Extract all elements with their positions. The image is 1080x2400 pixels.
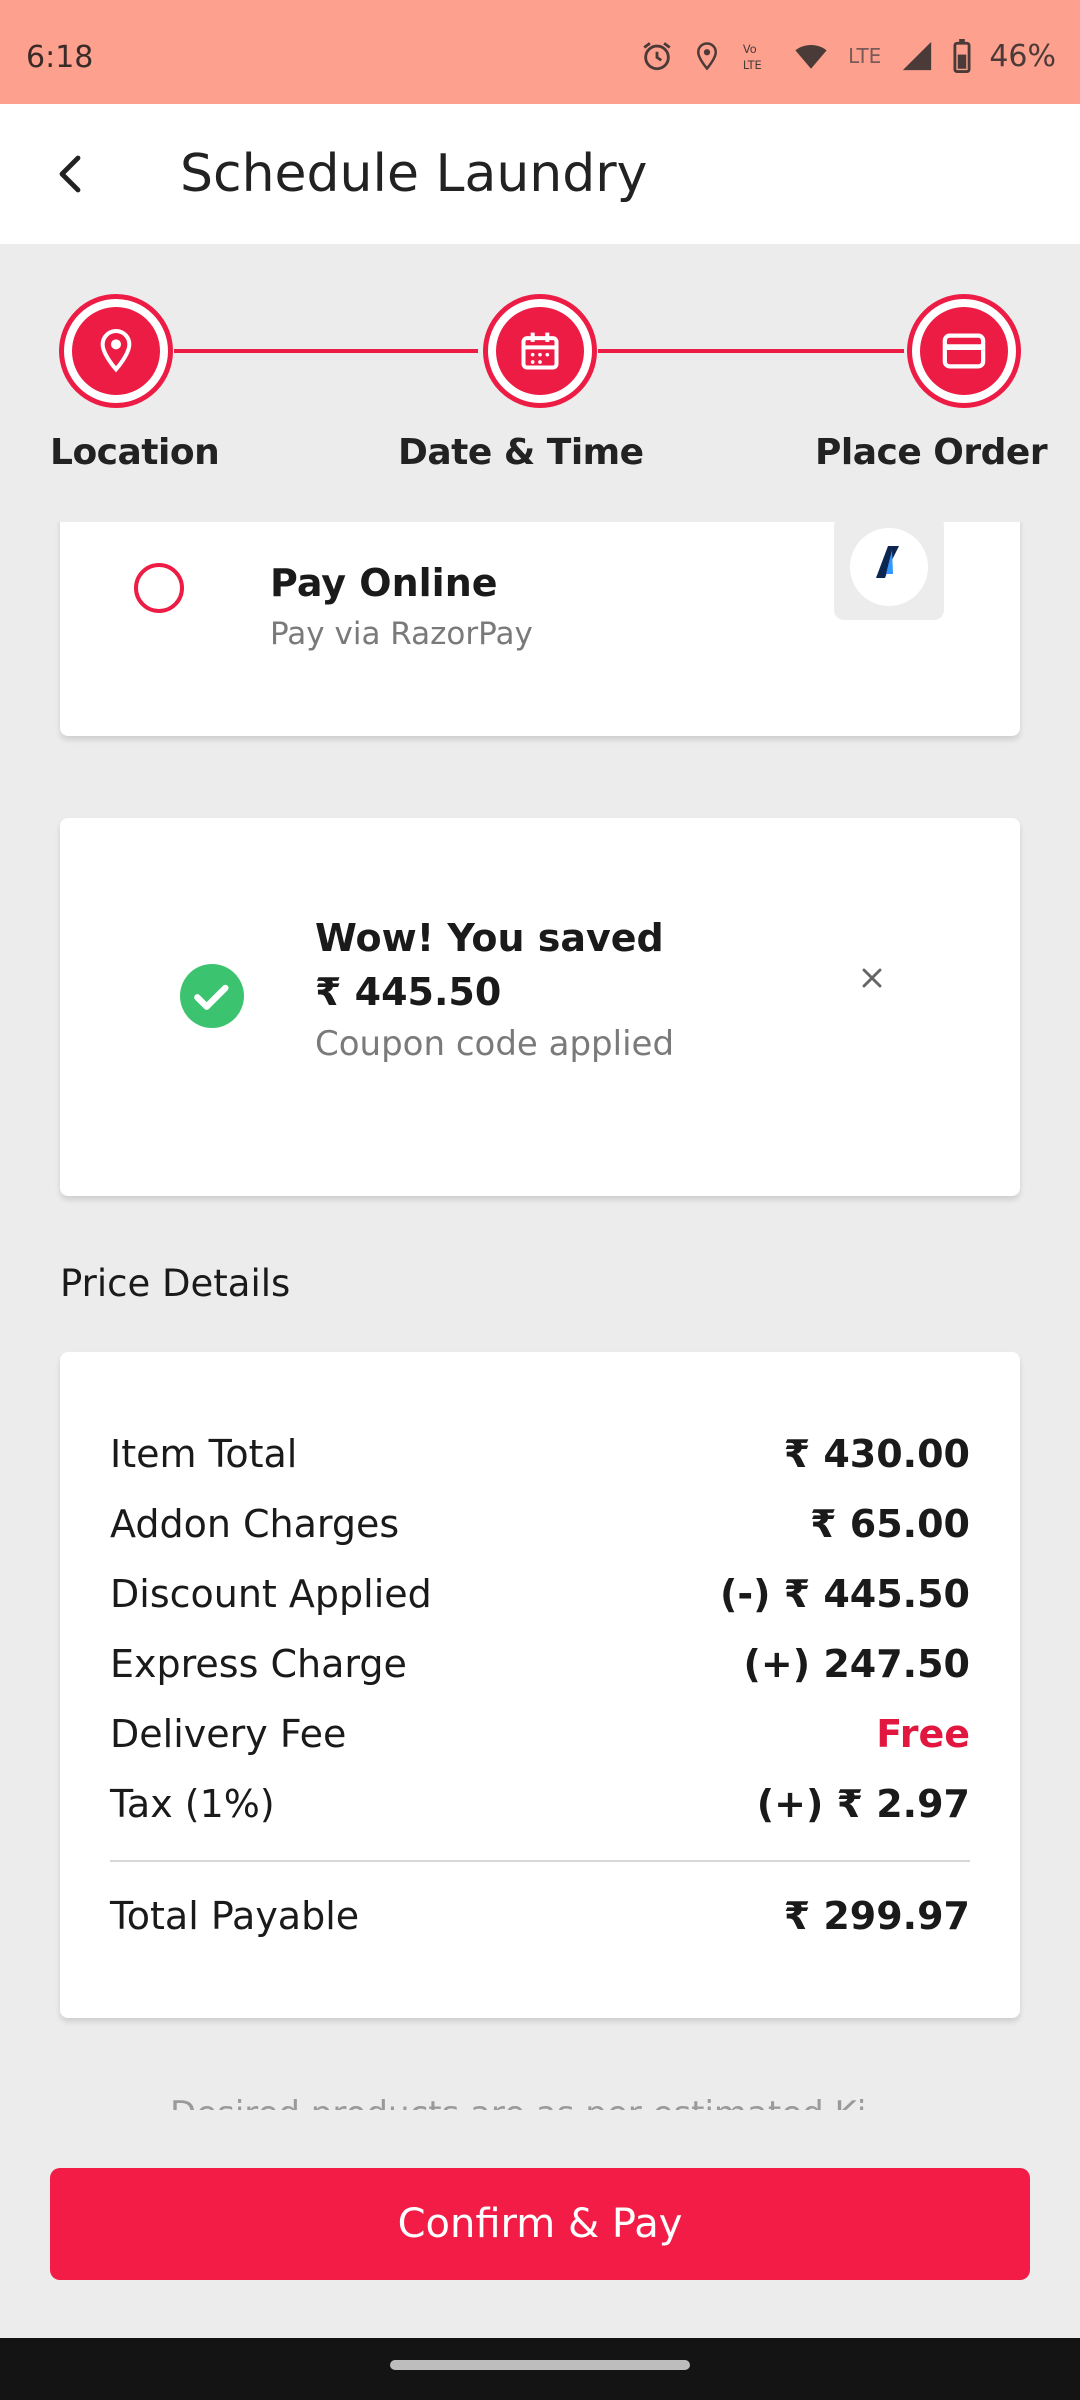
alarm-icon xyxy=(643,42,671,71)
home-gesture-handle[interactable] xyxy=(390,2360,690,2370)
confirm-pay-button[interactable]: Confirm & Pay xyxy=(50,2168,1030,2280)
step-place-order[interactable] xyxy=(907,294,1021,408)
calendar-icon xyxy=(521,332,559,370)
delivery-fee-value: Free xyxy=(876,1712,970,1756)
price-details-title: Price Details xyxy=(60,1262,291,1305)
coupon-saved-title: Wow! You saved xyxy=(315,916,664,960)
svg-text:Vo: Vo xyxy=(743,42,757,56)
wifi-icon xyxy=(795,45,827,69)
razorpay-logo-icon xyxy=(876,546,899,578)
price-row-label: Item Total xyxy=(110,1432,298,1476)
step-connector-2 xyxy=(598,349,904,353)
coupon-applied-card: Wow! You saved ₹ 445.50 Coupon code appl… xyxy=(60,818,1020,1196)
pay-online-title: Pay Online xyxy=(270,561,498,605)
step-connector-1 xyxy=(174,349,478,353)
price-row-label: Tax (1%) xyxy=(110,1782,275,1826)
pay-online-radio[interactable] xyxy=(134,563,184,613)
page-title: Schedule Laundry xyxy=(180,144,648,204)
razorpay-logo xyxy=(834,522,944,620)
status-icons: Vo LTE LTE 46% xyxy=(640,36,1056,76)
price-details-card: Item Total ₹ 430.00 Addon Charges ₹ 65.0… xyxy=(60,1352,1020,2018)
price-divider xyxy=(110,1860,970,1862)
lte-label: LTE xyxy=(848,44,882,68)
coupon-applied-text: Coupon code applied xyxy=(315,1024,675,1064)
price-row-value: (-) ₹ 445.50 xyxy=(719,1572,970,1616)
credit-card-icon xyxy=(942,333,986,369)
signal-icon xyxy=(903,41,932,71)
price-row-value: ₹ 430.00 xyxy=(783,1432,970,1476)
price-row-value: (+) 247.50 xyxy=(743,1642,970,1686)
app-bar: Schedule Laundry xyxy=(0,104,1080,244)
coupon-saved-amount: ₹ 445.50 xyxy=(315,970,502,1014)
step-label-place-order: Place Order xyxy=(815,432,1048,473)
price-row-label: Discount Applied xyxy=(110,1572,432,1616)
clipped-footer-note: Desired products are as per estimated Ki xyxy=(170,2094,866,2110)
payment-option-card[interactable]: Pay Online Pay via RazorPay xyxy=(60,522,1020,736)
price-row-label: Addon Charges xyxy=(110,1502,400,1546)
location-pin-icon xyxy=(100,328,132,373)
step-label-location: Location xyxy=(50,432,220,473)
scroll-content[interactable]: Pay Online Pay via RazorPay Wow! You sav… xyxy=(0,522,1080,2116)
total-payable-value: ₹ 299.97 xyxy=(783,1894,970,1938)
check-circle-icon xyxy=(180,964,244,1028)
step-label-date-time: Date & Time xyxy=(398,432,644,473)
total-payable-label: Total Payable xyxy=(110,1894,360,1938)
battery-icon xyxy=(953,39,971,73)
system-nav-bar xyxy=(0,2338,1080,2400)
battery-percent: 46% xyxy=(989,38,1056,74)
volte-icon: Vo LTE xyxy=(743,42,762,72)
price-row-label: Express Charge xyxy=(110,1642,407,1686)
step-date-time[interactable] xyxy=(483,294,597,408)
remove-coupon-close-icon[interactable] xyxy=(856,962,888,994)
svg-text:LTE: LTE xyxy=(743,58,762,72)
status-time: 6:18 xyxy=(26,40,94,75)
step-location[interactable] xyxy=(59,294,173,408)
price-row-value: (+) ₹ 2.97 xyxy=(756,1782,970,1826)
price-row-label: Delivery Fee xyxy=(110,1712,347,1756)
status-bar: 6:18 Vo LTE LTE 46% xyxy=(0,0,1080,104)
location-icon xyxy=(697,42,718,71)
price-row-value: ₹ 65.00 xyxy=(810,1502,970,1546)
back-arrow-icon[interactable] xyxy=(48,150,96,198)
pay-online-subtitle: Pay via RazorPay xyxy=(270,616,533,652)
